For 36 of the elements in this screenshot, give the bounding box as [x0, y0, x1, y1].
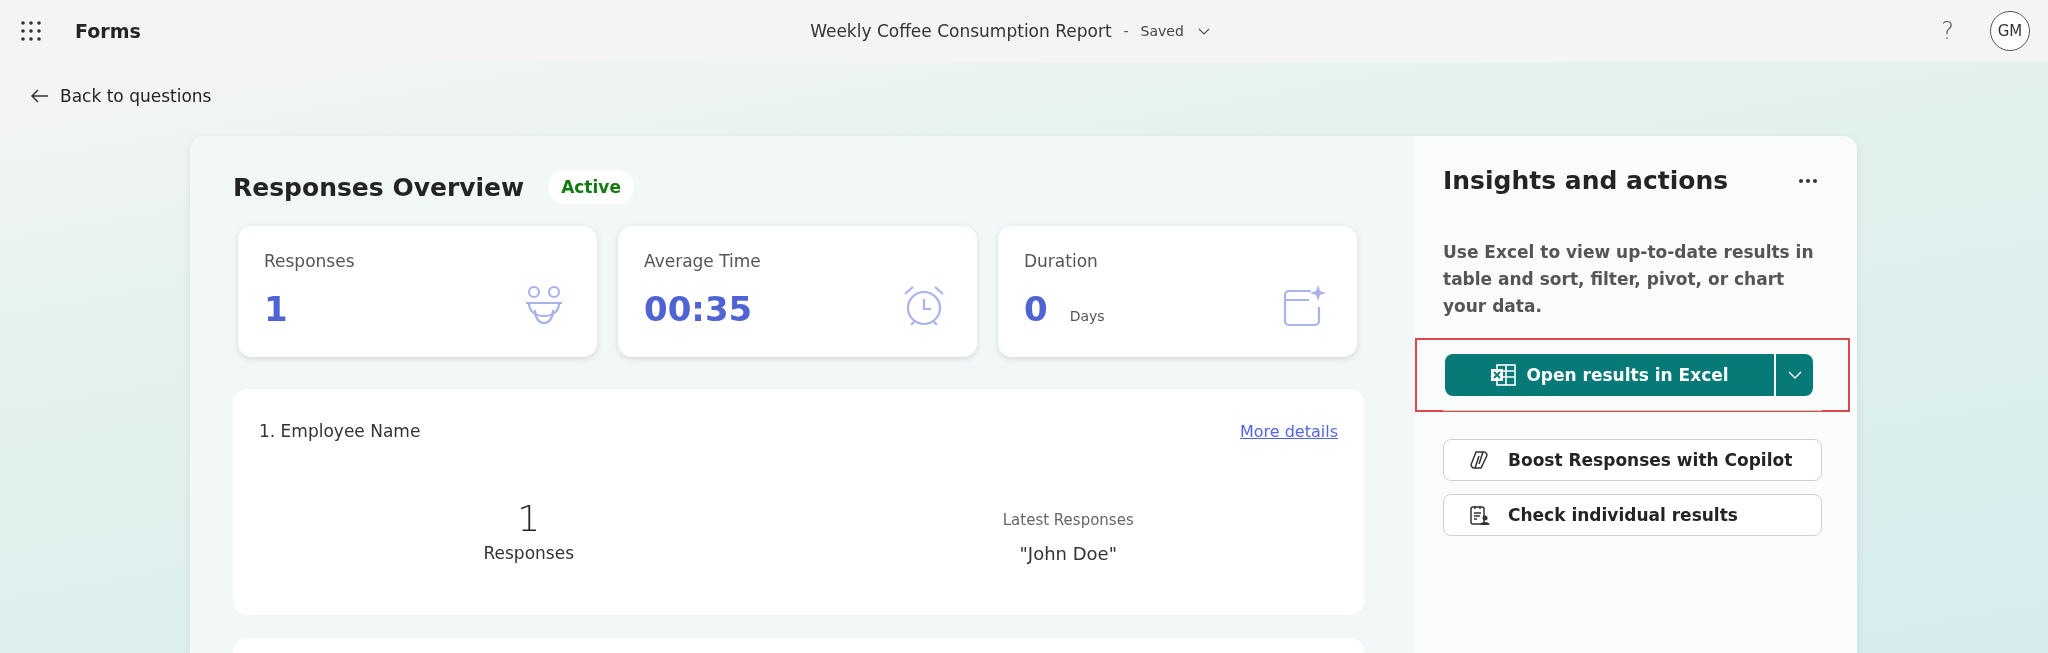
panel-title: Insights and actions — [1443, 166, 1729, 195]
stat-value: 00:35 — [644, 289, 753, 329]
clipboard-person-icon — [1468, 504, 1490, 526]
app-launcher-icon[interactable] — [20, 20, 42, 42]
action-button[interactable]: Check individual results — [1443, 494, 1822, 536]
app-name: Forms — [75, 20, 141, 42]
open-in-excel-button[interactable]: Open results in Excel — [1445, 354, 1774, 396]
spreadsheet-icon — [1490, 363, 1517, 387]
stat-value: 0 — [1024, 289, 1048, 329]
excel-dropdown-button[interactable] — [1776, 354, 1813, 396]
stat-label: Duration — [1024, 251, 1099, 271]
status-badge: Active — [548, 170, 634, 204]
latest-responses-label: Latest Responses — [1002, 511, 1134, 529]
save-status: Saved — [1140, 23, 1184, 39]
stat-label: Average Time — [644, 251, 762, 271]
title-separator: - — [1123, 23, 1129, 39]
response-count: 1 — [517, 501, 541, 537]
stat-value: 1 — [264, 289, 288, 329]
more-options-icon[interactable] — [1798, 177, 1818, 184]
response-count-label: Responses — [483, 543, 574, 563]
form-title[interactable]: Weekly Coffee Consumption Report — [810, 21, 1112, 41]
stat-label: Responses — [264, 251, 356, 271]
question-title: 1. Employee Name — [259, 421, 421, 441]
calendar-sparkle-icon — [1283, 285, 1326, 327]
section-title: Responses Overview — [233, 172, 525, 202]
more-details-link[interactable]: More details — [1239, 421, 1338, 441]
latest-response: "John Doe" — [1019, 543, 1117, 564]
alarm-clock-icon — [903, 285, 945, 327]
help-button[interactable]: ? — [1941, 17, 1954, 45]
action-button[interactable]: Boost Responses with Copilot — [1443, 439, 1822, 481]
avatar[interactable]: GM — [1990, 11, 2030, 51]
stat-unit: Days — [1069, 308, 1105, 324]
people-icon — [524, 285, 564, 325]
arrow-left-icon — [30, 88, 50, 104]
panel-description: Use Excel to view up-to-date results in table and sort, filter, pivot, or chart your data. — [1443, 241, 1815, 318]
back-link[interactable]: Back to questions — [30, 86, 212, 106]
